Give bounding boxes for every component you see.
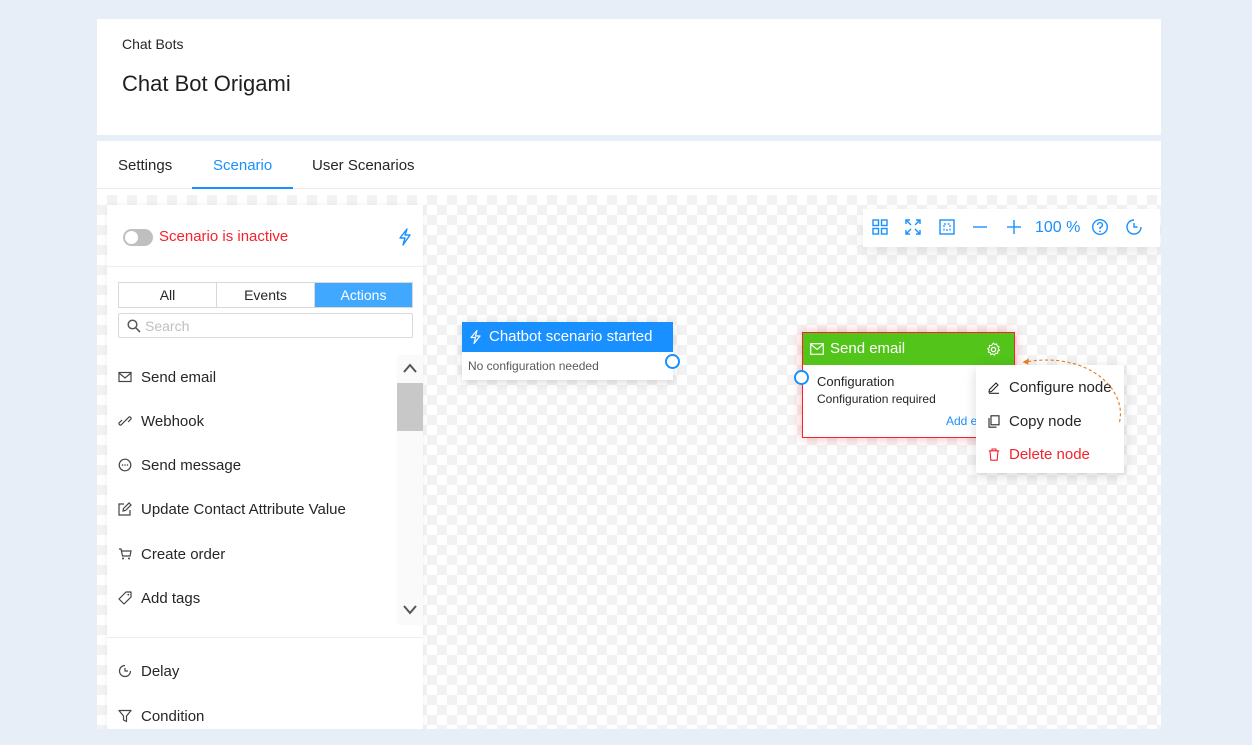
edit-icon — [118, 502, 132, 516]
filter-actions[interactable]: Actions — [315, 283, 412, 307]
annotation-arrow — [1022, 358, 1121, 423]
action-update-contact-attribute[interactable]: Update Contact Attribute Value — [118, 497, 346, 521]
fullscreen-icon[interactable] — [904, 218, 922, 236]
node-chatbot-scenario-started[interactable]: Chatbot scenario started No configuratio… — [462, 322, 680, 380]
tag-icon — [118, 591, 132, 605]
canvas-toolbar: 100 % — [863, 209, 1160, 247]
divider — [107, 637, 423, 638]
scenario-canvas[interactable]: Scenario is inactive All Events Actions … — [97, 195, 1161, 729]
tab-user-scenarios[interactable]: User Scenarios — [291, 141, 436, 189]
copy-icon — [988, 414, 1000, 428]
action-send-email[interactable]: Send email — [118, 365, 216, 389]
message-icon — [118, 458, 132, 472]
node-subtitle: No configuration needed — [468, 359, 599, 373]
action-label: Webhook — [141, 412, 205, 430]
node-title: Send email — [830, 340, 906, 357]
action-send-message[interactable]: Send message — [118, 453, 241, 477]
action-create-order[interactable]: Create order — [118, 542, 225, 566]
action-label: Update Contact Attribute Value — [141, 500, 346, 518]
action-label: Send message — [141, 456, 242, 474]
pencil-icon — [988, 381, 999, 394]
action-condition[interactable]: Condition — [118, 704, 204, 728]
node-header[interactable]: Send email — [803, 333, 1014, 365]
grid-icon[interactable] — [871, 218, 889, 236]
action-label: Delay — [141, 662, 180, 680]
page-title: Chat Bot Origami — [122, 71, 291, 96]
zoom-out-icon[interactable] — [971, 218, 989, 236]
help-icon[interactable] — [1091, 218, 1109, 236]
node-header[interactable]: Chatbot scenario started — [462, 322, 673, 352]
webhook-icon — [118, 416, 132, 426]
cart-icon — [119, 548, 132, 560]
scroll-thumb[interactable] — [397, 383, 423, 431]
menu-item-label: Delete node — [1009, 445, 1090, 463]
scenario-active-toggle[interactable] — [123, 229, 153, 246]
tab-bar: Settings Scenario User Scenarios — [97, 141, 1161, 189]
filter-events[interactable]: Events — [217, 283, 315, 307]
history-icon[interactable] — [1125, 218, 1143, 236]
action-delay[interactable]: Delay — [118, 659, 179, 683]
add-email-link[interactable]: Add e — [946, 414, 977, 428]
action-label: Condition — [141, 707, 205, 725]
gear-icon[interactable] — [986, 342, 1001, 357]
header-card: Chat Bots Chat Bot Origami — [97, 19, 1161, 135]
input-port[interactable] — [794, 370, 809, 385]
scenario-status-text: Scenario is inactive — [159, 228, 289, 245]
breadcrumb[interactable]: Chat Bots — [122, 36, 183, 52]
tab-settings[interactable]: Settings — [97, 141, 193, 189]
search-box — [118, 313, 413, 338]
zoom-in-icon[interactable] — [1005, 218, 1023, 236]
search-icon — [127, 319, 141, 333]
actions-panel: Scenario is inactive All Events Actions … — [107, 205, 423, 729]
mail-icon — [810, 343, 824, 355]
node-title: Chatbot scenario started — [489, 328, 653, 345]
trash-icon — [988, 447, 1000, 461]
chevron-down-icon[interactable] — [402, 603, 418, 617]
main-card: Settings Scenario User Scenarios Scenari… — [97, 141, 1161, 729]
bolt-icon[interactable] — [397, 228, 413, 246]
zoom-level: 100 % — [1035, 219, 1081, 236]
action-webhook[interactable]: Webhook — [118, 409, 204, 433]
bolt-icon — [470, 330, 481, 344]
action-label: Create order — [141, 545, 226, 563]
scenario-status-row: Scenario is inactive — [107, 205, 423, 267]
search-input[interactable] — [145, 316, 405, 335]
clock-icon — [118, 664, 132, 678]
action-add-tags[interactable]: Add tags — [118, 586, 200, 610]
tab-scenario[interactable]: Scenario — [192, 141, 294, 189]
fit-view-icon[interactable] — [938, 218, 956, 236]
action-label: Add tags — [141, 589, 201, 607]
node-type-filter: All Events Actions — [118, 282, 413, 308]
action-list: Send email Webhook Send message Update C… — [107, 355, 397, 625]
chevron-up-icon[interactable] — [402, 361, 418, 375]
filter-all[interactable]: All — [119, 283, 217, 307]
action-label: Send email — [141, 368, 217, 386]
action-list-scrollbar[interactable] — [397, 355, 423, 625]
config-status: Configuration required — [817, 392, 936, 406]
filter-icon — [118, 709, 132, 723]
config-label: Configuration — [817, 374, 895, 389]
output-port[interactable] — [665, 354, 680, 369]
mail-icon — [118, 371, 132, 383]
